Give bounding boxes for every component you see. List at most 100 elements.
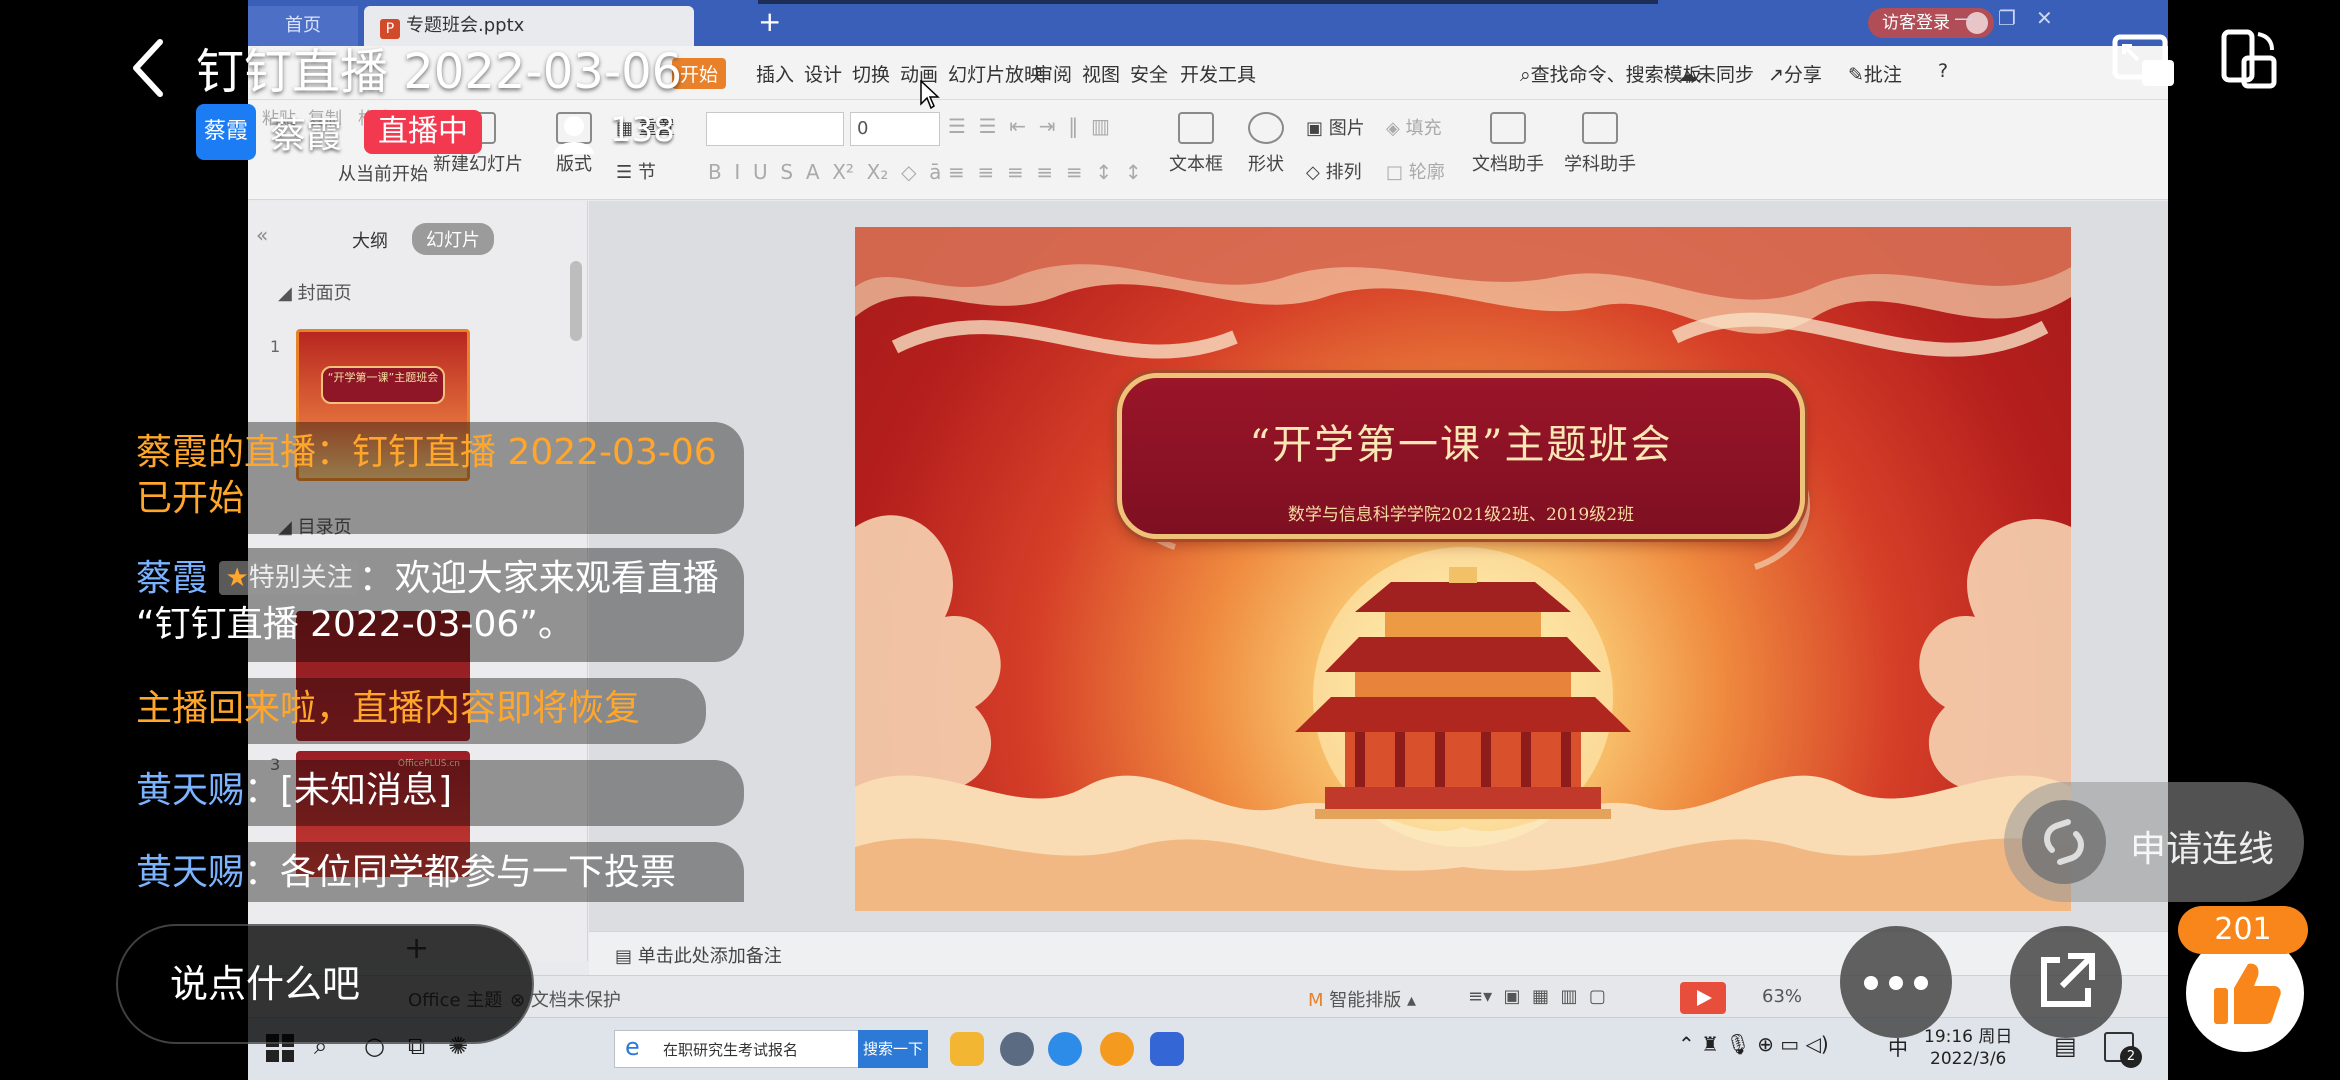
back-chevron-icon[interactable] (128, 38, 168, 98)
tab-outline[interactable]: 大纲 (352, 227, 388, 253)
search-icon: ⌕ (1520, 64, 1531, 86)
share-doc-button[interactable]: ↗分享 (1768, 60, 1822, 87)
paragraph-icons[interactable]: ☰ ☰ ⇤ ⇥ ‖ ▥ (948, 114, 1110, 138)
new-tab-plus-icon[interactable]: + (758, 4, 781, 40)
notes-input[interactable]: ▤ 单击此处添加备注 (615, 942, 782, 968)
rotate-screen-icon[interactable] (2218, 28, 2278, 92)
play-slideshow-button[interactable] (1680, 982, 1726, 1014)
dot (1914, 976, 1928, 990)
dot (1889, 976, 1903, 990)
doc-helper-button[interactable]: 文档助手 (1466, 112, 1550, 176)
align-icons[interactable]: ≡ ≡ ≡ ≡ ≡ ↕ ↕ (948, 160, 1142, 184)
menu-insert[interactable]: 插入 (756, 60, 794, 87)
share-arrow-icon: ↗ (1768, 64, 1784, 86)
viewer-person-icon (554, 116, 594, 154)
cloud-icon: ☁ (1678, 64, 1697, 86)
outline-button[interactable]: □ 轮廓 (1386, 158, 1445, 184)
file-explorer-icon[interactable] (950, 1032, 984, 1066)
help-icon[interactable]: ? (1938, 60, 1948, 82)
menu-slideshow[interactable]: 幻灯片放映 (948, 60, 1043, 87)
slide-subtitle[interactable]: 数学与信息科学学院2021级2班、2019级2班 (1122, 500, 1800, 525)
menu-review[interactable]: 审阅 (1034, 60, 1072, 87)
shape-icon (1248, 112, 1284, 144)
font-size-select[interactable]: 0 (850, 112, 940, 146)
tray-icons[interactable]: ⌃ ♜ 🎙 ⊕ ▭ ◁) (1678, 1032, 1829, 1056)
font-family-select[interactable] (706, 112, 844, 146)
chat-sender: 黄天赐 (136, 770, 245, 811)
menu-design[interactable]: 设计 (804, 60, 842, 87)
section-cover[interactable]: ◢ 封面页 (278, 279, 352, 305)
host-name[interactable]: 蔡霞 (270, 106, 342, 158)
doc-helper-icon (1490, 112, 1526, 144)
current-slide[interactable]: “开学第一课”主题班会 数学与信息科学学院2021级2班、2019级2班 (855, 227, 2071, 911)
request-connect-button[interactable]: 申请连线 (2004, 782, 2304, 902)
ie-icon: e (625, 1033, 640, 1061)
chat-message[interactable]: 蔡霞的直播：钉钉直播 2022-03-06 已开始 (118, 422, 744, 534)
like-count: 201 (2178, 906, 2308, 954)
arrange-button[interactable]: ◇ 排列 (1306, 158, 1362, 184)
view-mode-icons[interactable]: ≡▾ ▣ ▦ ▥ ▢ (1468, 986, 1606, 1007)
subject-helper-icon (1582, 112, 1618, 144)
host-avatar[interactable]: 蔡霞 (196, 104, 256, 160)
mouse-cursor-icon (920, 80, 940, 110)
search-command[interactable]: ⌕查找命令、搜索模板 (1520, 60, 1702, 87)
minimize-icon[interactable]: — (1954, 6, 1974, 30)
arrange-icon: ◇ (1306, 162, 1320, 183)
live-title: 钉钉直播 2022-03-06 (196, 44, 683, 100)
tab-slides[interactable]: 幻灯片 (412, 223, 494, 255)
more-options-button[interactable] (1840, 926, 1952, 1038)
fill-icon: ◈ (1386, 118, 1400, 139)
maximize-icon[interactable]: ❐ (1998, 6, 2016, 30)
link-icon (2022, 800, 2106, 884)
menu-developer[interactable]: 开发工具 (1180, 60, 1256, 87)
picture-in-picture-icon[interactable] (2112, 34, 2176, 88)
subject-helper-button[interactable]: 学科助手 (1552, 112, 1648, 176)
chat-message[interactable]: 黄天赐：各位同学都参与一下投票 (118, 842, 744, 902)
ribbon-toolbar: 粘贴 复制 格式刷 从当前开始 新建幻灯片 版式 ▦ 重置 ☰ 节 0 B I … (248, 100, 2168, 200)
slide-title[interactable]: “开学第一课”主题班会 (1122, 412, 1800, 470)
chat-message[interactable]: 蔡霞 ★特别关注 ：欢迎大家来观看直播 “钉钉直播 2022-03-06”。 (118, 548, 744, 662)
chat-message[interactable]: 黄天赐：[未知消息] (118, 760, 744, 826)
title-plaque: “开学第一课”主题班会 数学与信息科学学院2021级2班、2019级2班 (1117, 373, 1805, 539)
fill-button[interactable]: ◈ 填充 (1386, 114, 1442, 140)
share-icon (2041, 953, 2095, 1007)
menu-view[interactable]: 视图 (1082, 60, 1120, 87)
comment-input[interactable]: 说点什么吧 (116, 924, 534, 1044)
dot (1864, 976, 1878, 990)
share-button[interactable] (2010, 926, 2122, 1038)
wps-icon[interactable] (1150, 1032, 1184, 1066)
smart-layout-icon: M (1308, 990, 1324, 1011)
taskbar-search-button[interactable]: 搜索一下 (858, 1030, 928, 1068)
close-window-icon[interactable]: ✕ (2036, 6, 2053, 30)
slide-number: 1 (270, 337, 281, 356)
pane-scrollbar[interactable] (570, 261, 582, 341)
guest-login-button[interactable]: 访客登录 (1868, 8, 1994, 38)
taskbar-browser-search[interactable]: e 在职研究生考试报名 (614, 1030, 870, 1068)
system-clock[interactable]: 19:16 周日 2022/3/6 (1924, 1026, 2012, 1070)
star-icon: ★ (225, 563, 249, 593)
menu-security[interactable]: 安全 (1130, 60, 1168, 87)
live-status-badge: 直播中 (364, 110, 482, 154)
pane-view-tabs: 大纲 幻灯片 (248, 221, 588, 257)
viewer-count: 138 (610, 110, 675, 150)
menu-transition[interactable]: 切换 (852, 60, 890, 87)
smart-layout-button[interactable]: M 智能排版 ▴ (1308, 986, 1416, 1012)
picture-icon: ▣ (1306, 118, 1324, 139)
format-icons[interactable]: B I U S A X² X₂ ◇ ā (708, 160, 941, 184)
annotate-button[interactable]: ✎批注 (1848, 60, 1902, 87)
notes-icon: ▤ (615, 946, 633, 967)
textbox-button[interactable]: 文本框 (1160, 112, 1232, 176)
sync-status[interactable]: ☁未同步 (1678, 60, 1754, 87)
slide-editing-area: “开学第一课”主题班会 数学与信息科学学院2021级2班、2019级2班 (589, 201, 2168, 931)
textbox-icon (1178, 112, 1214, 144)
section-button[interactable]: ☰ 节 (616, 158, 656, 184)
user-app-icon[interactable] (1000, 1032, 1034, 1066)
shape-button[interactable]: 形状 (1236, 112, 1296, 176)
picture-button[interactable]: ▣ 图片 (1306, 114, 1365, 140)
chat-message[interactable]: 主播回来啦，直播内容即将恢复 (118, 678, 706, 744)
feishu-icon[interactable] (1048, 1032, 1082, 1066)
slide-artwork (855, 227, 2071, 911)
section-icon: ☰ (616, 162, 633, 183)
orange-app-icon[interactable] (1100, 1032, 1134, 1066)
zoom-level[interactable]: 63% (1762, 986, 1802, 1007)
